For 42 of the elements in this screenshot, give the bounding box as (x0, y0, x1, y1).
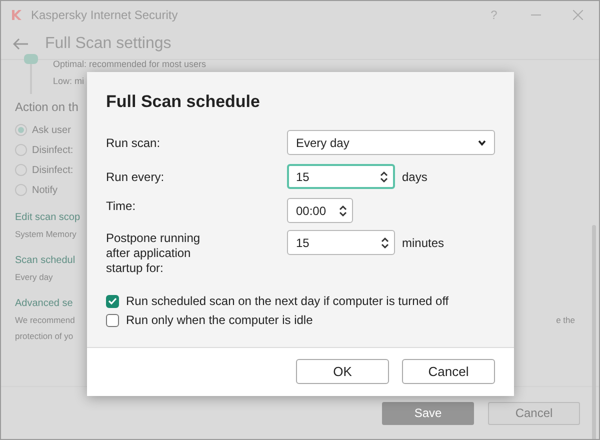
run-scan-dropdown[interactable]: Every day (287, 130, 495, 155)
checkbox[interactable] (106, 294, 119, 308)
radio-button[interactable] (15, 144, 27, 156)
level-option-text: Optimal: recommended for most users (53, 59, 206, 69)
section-text: Every day (15, 272, 53, 282)
ok-button[interactable]: OK (296, 359, 389, 384)
radio-label: Disinfect: (32, 164, 74, 176)
section-text: We recommend (15, 315, 75, 325)
radio-button[interactable] (15, 124, 27, 136)
checkbox-label: Run scheduled scan on the next day if computer is turned off (126, 294, 449, 308)
level-option-text: Low: mi (53, 76, 84, 86)
unit-label: minutes (402, 236, 444, 250)
field-label: Postpone running after application startup for: (106, 231, 202, 276)
section-heading: Action on th (15, 100, 78, 114)
cancel-button[interactable]: Cancel (402, 359, 495, 384)
radio-button[interactable] (15, 164, 27, 176)
radio-label: Disinfect: (32, 144, 74, 156)
field-label: Run every: (106, 170, 166, 185)
spin-arrows-icon[interactable] (380, 170, 388, 182)
unit-label: days (402, 170, 428, 184)
time-field[interactable]: 00:00 (287, 198, 353, 223)
number-field[interactable]: 15 (287, 164, 395, 189)
checkbox-label: Run only when the computer is idle (126, 313, 313, 327)
section-text: protection of yo (15, 331, 74, 341)
chevron-down-icon (478, 140, 486, 146)
close-icon[interactable] (573, 10, 583, 20)
number-field[interactable]: 15 (287, 230, 395, 255)
field-label: Run scan: (106, 136, 162, 151)
spin-arrows-icon[interactable] (381, 236, 389, 248)
section-text: System Memory (15, 229, 76, 239)
radio-label: Ask user (32, 124, 71, 136)
radio-label: Notify (32, 184, 58, 196)
field-label: Time: (106, 199, 137, 214)
section-text: e the (556, 315, 575, 325)
page-title: Full Scan settings (45, 35, 172, 53)
dialog-title: Full Scan schedule (106, 92, 261, 112)
checkbox[interactable] (106, 314, 119, 326)
back-arrow-icon[interactable] (13, 38, 29, 50)
window-title: Kaspersky Internet Security (31, 8, 179, 22)
spin-arrows-icon[interactable] (339, 204, 347, 216)
radio-button[interactable] (15, 184, 27, 196)
app-logo-icon (11, 9, 23, 21)
